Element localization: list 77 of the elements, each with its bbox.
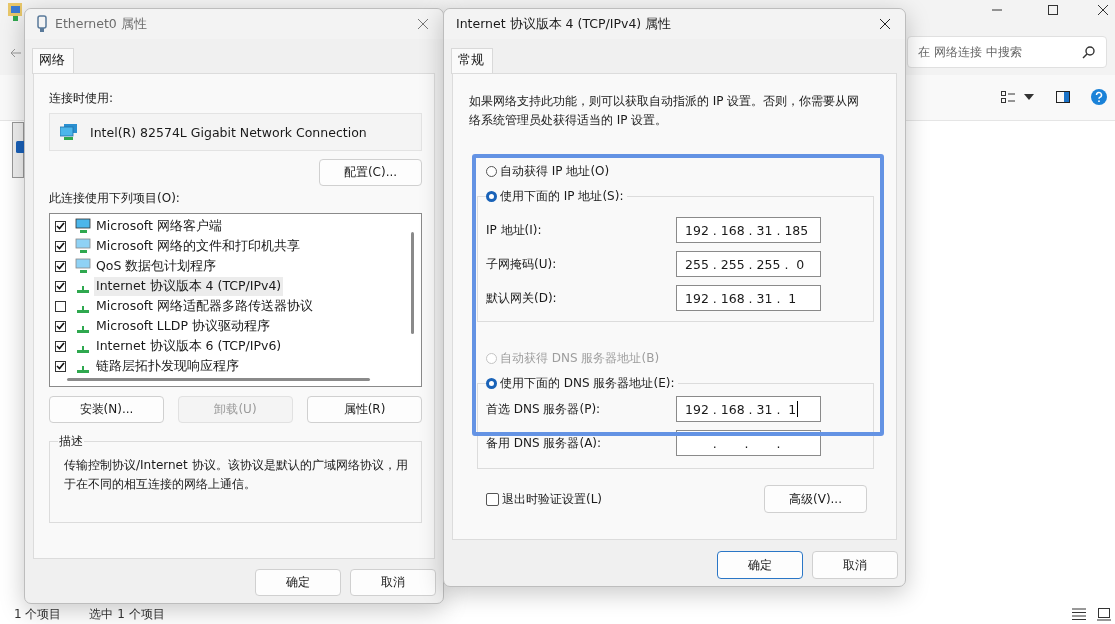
section-label: 连接时使用: <box>49 90 115 107</box>
field-label: 默认网关(D): <box>486 289 557 307</box>
field-label: 子网掩码(U): <box>486 255 557 273</box>
details-view-icon[interactable] <box>1072 608 1086 620</box>
adapter-name: Intel(R) 82574L Gigabit Network Connection <box>90 124 367 140</box>
ip-address-field[interactable]: 192 . 168 . 31 . 1 <box>676 396 821 422</box>
action-button[interactable]: 属性(R) <box>307 396 422 423</box>
protocol-icon <box>77 346 89 353</box>
layout-icon[interactable] <box>1001 91 1015 103</box>
protocol-icon <box>77 366 89 373</box>
ip-address-field[interactable]: 192 . 168 . 31 . 185 <box>676 217 821 243</box>
dialog-button[interactable]: 确定 <box>717 551 803 579</box>
checkbox[interactable] <box>55 240 66 252</box>
status-text: 1 个项目 <box>14 606 62 623</box>
tab[interactable]: 常规 <box>451 48 493 74</box>
ip-address-field[interactable]: 192 . 168 . 31 . 1 <box>676 285 821 311</box>
ip-address-field[interactable]: 255 . 255 . 255 . 0 <box>676 251 821 277</box>
group-title: 描述 <box>58 433 84 450</box>
dialog-title: Internet 协议版本 4 (TCP/IPv4) 属性 <box>456 15 673 33</box>
list-item[interactable]: Internet 协议版本 6 (TCP/IPv6) <box>94 336 284 356</box>
radio-option[interactable]: 使用下面的 IP 地址(S): <box>486 188 628 205</box>
advanced-button[interactable]: 高级(V)... <box>764 485 867 513</box>
dialog-button[interactable]: 确定 <box>255 569 341 596</box>
status-text: 选中 1 个项目 <box>89 606 165 623</box>
checkbox[interactable] <box>55 360 66 372</box>
checkbox[interactable] <box>55 260 66 272</box>
monitor-icon <box>75 218 91 234</box>
scrollbar[interactable] <box>411 232 414 334</box>
field-label: 备用 DNS 服务器(A): <box>486 434 602 452</box>
network-adapter-icon <box>37 15 47 33</box>
radio-button[interactable] <box>486 191 497 202</box>
checkbox[interactable] <box>55 280 66 292</box>
preview-pane-icon[interactable] <box>1056 91 1070 103</box>
checkbox[interactable] <box>55 220 66 232</box>
checkbox[interactable] <box>486 492 499 506</box>
list-item[interactable]: Microsoft 网络的文件和打印机共享 <box>94 236 302 256</box>
configure-button[interactable]: 配置(C)... <box>319 159 422 186</box>
back-arrow-icon[interactable] <box>10 47 22 59</box>
scrollbar[interactable] <box>67 378 370 381</box>
action-button[interactable]: 安装(N)... <box>49 396 164 423</box>
monitor-icon <box>75 258 91 274</box>
search-icon <box>1082 45 1096 59</box>
radio-button[interactable] <box>486 166 497 177</box>
checkbox[interactable] <box>55 320 66 332</box>
description-text: 传输控制协议/Internet 协议。该协议是默认的广域网络协议，用于在不同的相互连接的网络上通信。 <box>64 457 409 493</box>
help-icon[interactable] <box>1091 89 1107 105</box>
list-item[interactable]: Microsoft LLDP 协议驱动程序 <box>94 316 272 336</box>
network-folder-icon <box>7 2 25 22</box>
close-icon[interactable] <box>1097 4 1109 16</box>
field-label: IP 地址(I): <box>486 221 542 239</box>
checkbox[interactable] <box>55 340 66 352</box>
protocol-icon <box>77 306 89 313</box>
list-item[interactable]: Internet 协议版本 4 (TCP/IPv4) <box>94 276 284 296</box>
intro-text: 如果网络支持此功能，则可以获取自动指派的 IP 设置。否则，你需要从网络系统管理员处获得适当的 IP 设置。 <box>469 93 861 129</box>
caret-icon[interactable] <box>1024 94 1034 100</box>
close-icon[interactable] <box>879 18 891 30</box>
field-label: 首选 DNS 服务器(P): <box>486 400 601 418</box>
dialog-button[interactable]: 取消 <box>812 551 898 579</box>
dialog-button[interactable]: 取消 <box>350 569 436 596</box>
protocol-icon <box>77 326 89 333</box>
network-computers-icon <box>60 124 78 140</box>
checkbox[interactable] <box>55 300 66 312</box>
search-field[interactable]: 在 网络连接 中搜索 <box>907 36 1107 68</box>
tiles-view-icon[interactable] <box>1097 608 1111 621</box>
tab[interactable]: 网络 <box>32 48 74 74</box>
list-item[interactable]: Microsoft 网络客户端 <box>94 216 224 236</box>
list-item[interactable]: QoS 数据包计划程序 <box>94 256 219 276</box>
checkbox-option[interactable]: 退出时验证设置(L) <box>486 490 603 508</box>
dialog-title: Ethernet0 属性 <box>55 15 148 33</box>
maximize-icon[interactable] <box>1047 4 1059 16</box>
monitor-icon <box>75 238 91 254</box>
section-label: 此连接使用下列项目(O): <box>49 190 181 207</box>
list-item[interactable]: 链路层拓扑发现响应程序 <box>94 356 241 376</box>
list-item[interactable]: Microsoft 网络适配器多路传送器协议 <box>94 296 315 316</box>
protocol-icon <box>77 286 89 293</box>
radio-button[interactable] <box>486 378 497 389</box>
radio-option[interactable]: 使用下面的 DNS 服务器地址(E): <box>486 375 679 392</box>
